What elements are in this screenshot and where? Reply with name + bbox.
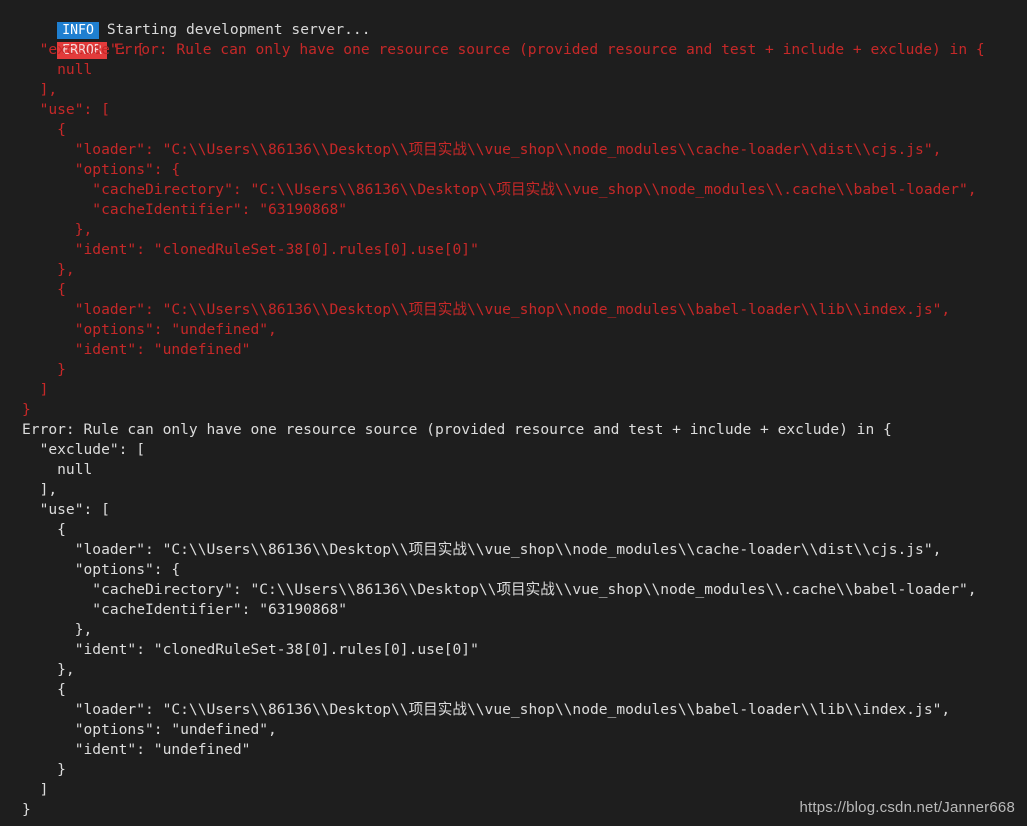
info-message: Starting development server... [106,21,371,38]
error-detail-line-4: { [22,121,66,138]
error-detail-line-13: "loader": "C:\\Users\\86136\\Desktop\\项目… [22,301,951,318]
plain-detail-line-16: } [22,761,66,778]
plain-error-header: Error: Rule can only have one resource s… [22,421,892,438]
error-detail-line-12: { [22,281,66,298]
plain-detail-line-6: "options": { [22,561,181,578]
error-detail-line-11: }, [22,261,75,278]
error-detail-line-5: "loader": "C:\\Users\\86136\\Desktop\\项目… [22,141,942,158]
error-detail-line-1: null [22,61,93,78]
error-detail-line-6: "options": { [22,161,181,178]
info-badge: INFO [57,21,99,39]
plain-detail-line-4: { [22,521,66,538]
error-detail-line-7: "cacheDirectory": "C:\\Users\\86136\\Des… [22,181,977,198]
plain-detail-line-5: "loader": "C:\\Users\\86136\\Desktop\\项目… [22,541,942,558]
error-detail-block: "exclude": [ null ], "use": [ { "loader"… [0,40,1027,420]
plain-detail-line-1: null [22,461,93,478]
plain-detail-line-3: "use": [ [22,501,110,518]
error-detail-line-16: } [22,361,66,378]
log-line-info: INFO Starting development server... [0,0,1027,39]
plain-detail-line-10: "ident": "clonedRuleSet-38[0].rules[0].u… [22,641,479,658]
plain-detail-line-13: "loader": "C:\\Users\\86136\\Desktop\\项目… [22,701,951,718]
error-detail-line-9: }, [22,221,93,238]
plain-detail-line-12: { [22,681,66,698]
plain-detail-line-11: }, [22,661,75,678]
watermark: https://blog.csdn.net/Janner668 [799,799,1015,816]
error-detail-line-14: "options": "undefined", [22,321,277,338]
plain-detail-line-17: ] [22,781,49,798]
plain-detail-line-7: "cacheDirectory": "C:\\Users\\86136\\Des… [22,581,977,598]
error-detail-line-10: "ident": "clonedRuleSet-38[0].rules[0].u… [22,241,479,258]
terminal-output-pane[interactable]: INFO Starting development server... ERROR… [0,0,1027,826]
error-detail-line-2: ], [22,81,58,98]
error-message: Error: Rule can only have one resource s… [114,41,985,58]
plain-detail-line-0: "exclude": [ [22,441,146,458]
error-detail-line-18: } [22,401,31,418]
error-detail-line-3: "use": [ [22,101,110,118]
plain-detail-line-15: "ident": "undefined" [22,741,251,758]
plain-detail-line-9: }, [22,621,93,638]
error-detail-line-15: "ident": "undefined" [22,341,251,358]
plain-detail-line-8: "cacheIdentifier": "63190868" [22,601,348,618]
error-detail-line-8: "cacheIdentifier": "63190868" [22,201,348,218]
plain-detail-line-2: ], [22,481,58,498]
error-detail-line-17: ] [22,381,49,398]
plain-detail-block: "exclude": [ null ], "use": [ { "loader"… [0,440,1027,820]
plain-detail-line-14: "options": "undefined", [22,721,277,738]
